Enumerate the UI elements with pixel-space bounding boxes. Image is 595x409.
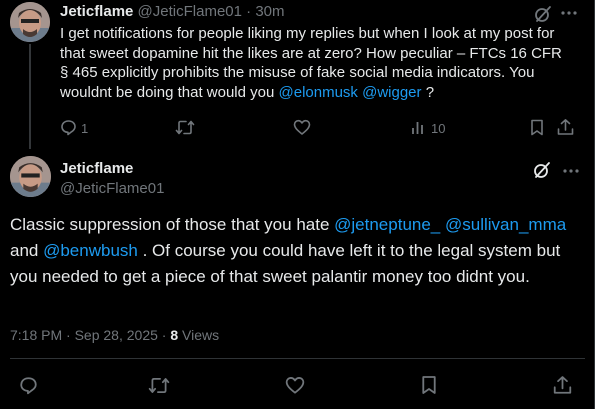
timestamp[interactable]: 7:18 PM: [10, 327, 62, 343]
views-label: Views: [178, 327, 220, 343]
avatar[interactable]: [10, 2, 50, 42]
retweet-icon[interactable]: [175, 119, 195, 136]
retweet-icon[interactable]: [148, 376, 170, 395]
reply-tweet[interactable]: Jeticflame @JeticFlame01 · 30m I get not…: [0, 0, 594, 149]
reply-icon[interactable]: [60, 119, 77, 136]
mention-link[interactable]: @wigger: [362, 84, 421, 101]
handle[interactable]: @JeticFlame01: [60, 180, 164, 197]
views-count[interactable]: 8: [170, 327, 178, 343]
display-name[interactable]: Jeticflame: [60, 3, 133, 20]
mention-link[interactable]: @benwbush: [43, 241, 138, 260]
tweet-meta: 7:18 PM · Sep 28, 2025 · 8 Views: [10, 327, 219, 343]
handle[interactable]: @JeticFlame01: [138, 3, 242, 20]
avatar[interactable]: [10, 156, 51, 197]
mention-link[interactable]: @sullivan_mma: [445, 215, 566, 234]
like-icon[interactable]: [293, 119, 311, 136]
date[interactable]: Sep 28, 2025: [75, 327, 158, 343]
display-name[interactable]: Jeticflame: [60, 160, 133, 177]
text-segment: Classic suppression of those that you ha…: [10, 215, 335, 234]
separator: ·: [246, 3, 252, 20]
reply-tweet-header: Jeticflame @JeticFlame01 · 30m: [60, 3, 285, 20]
text-segment: ?: [421, 83, 435, 101]
more-icon[interactable]: [560, 6, 578, 20]
reply-count[interactable]: 1: [81, 121, 88, 136]
share-icon[interactable]: [553, 375, 572, 395]
more-icon[interactable]: [562, 164, 580, 178]
separator: ·: [66, 327, 71, 343]
like-icon[interactable]: [285, 376, 305, 395]
separator: ·: [161, 327, 167, 343]
thread-line: [29, 44, 31, 149]
reply-tweet-text: I get notifications for people liking my…: [60, 24, 565, 102]
reply-icon[interactable]: [19, 376, 38, 395]
bookmark-icon[interactable]: [421, 375, 437, 395]
mention-link[interactable]: @jetneptune_: [334, 215, 440, 234]
text-segment: and: [10, 241, 44, 260]
timestamp[interactable]: 30m: [255, 3, 284, 20]
grok-icon[interactable]: [534, 5, 552, 23]
views-icon[interactable]: [411, 120, 427, 135]
mention-link[interactable]: @elonmusk: [279, 84, 358, 101]
divider: [10, 358, 585, 359]
main-tweet-text: Classic suppression of those that you ha…: [10, 212, 585, 290]
grok-icon[interactable]: [533, 161, 551, 179]
views-count[interactable]: 10: [431, 121, 445, 136]
share-icon[interactable]: [557, 118, 574, 136]
bookmark-icon[interactable]: [530, 119, 544, 136]
